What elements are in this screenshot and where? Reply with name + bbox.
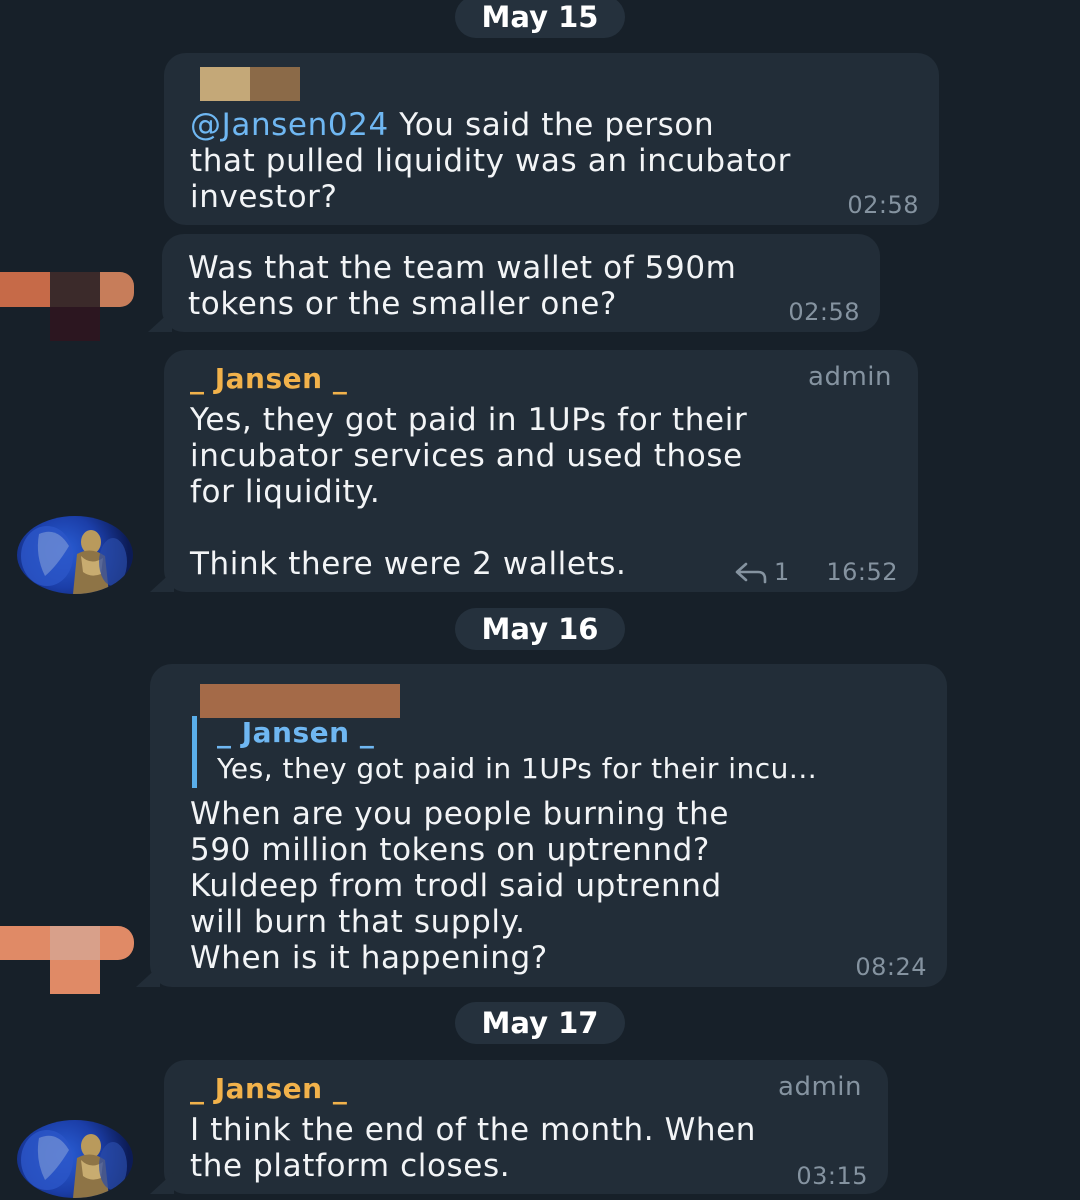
message-time: 03:15 <box>796 1162 868 1190</box>
message-time: 08:24 <box>855 953 927 981</box>
message-bubble[interactable]: _ Jansen _ Yes, they got paid in 1UPs fo… <box>150 664 947 987</box>
message-time: 02:58 <box>788 298 860 326</box>
pixelated-avatar <box>50 272 100 307</box>
pixelated-avatar <box>50 307 100 341</box>
replies-indicator[interactable]: 1 <box>734 558 789 586</box>
avatar-image <box>21 526 127 594</box>
pixelated-name-redaction <box>200 67 250 101</box>
pixelated-avatar <box>100 272 134 307</box>
pixelated-avatar <box>50 960 100 994</box>
message-time: 02:58 <box>847 191 919 219</box>
pixelated-name-redaction <box>250 67 300 101</box>
message-text: Was that the team wallet of 590m tokens … <box>188 250 737 322</box>
chat-view: May 15 @Jansen024 You said the person th… <box>0 0 1080 1200</box>
message-bubble[interactable]: _ Jansen _ admin I think the end of the … <box>164 1060 888 1194</box>
admin-badge: admin <box>808 362 892 392</box>
date-separator: May 16 <box>455 608 625 650</box>
message-text: When are you people burning the 590 mill… <box>190 796 730 976</box>
avatar-image <box>21 1130 127 1198</box>
reply-arrow-icon <box>735 562 767 584</box>
pixelated-avatar <box>100 926 134 960</box>
message-bubble[interactable]: Was that the team wallet of 590m tokens … <box>162 234 880 332</box>
sender-name[interactable]: _ Jansen _ <box>190 1072 347 1105</box>
message-time: 16:52 <box>826 558 898 586</box>
pixelated-avatar <box>0 272 50 307</box>
user-mention-link[interactable]: @Jansen024 <box>190 107 389 143</box>
quoted-sender-name: _ Jansen _ <box>217 716 375 749</box>
message-text: I think the end of the month. When the p… <box>190 1112 757 1184</box>
sender-name[interactable]: _ Jansen _ <box>190 362 347 395</box>
message-text: Yes, they got paid in 1UPs for their inc… <box>190 402 748 582</box>
date-separator: May 17 <box>455 1002 625 1044</box>
admin-badge: admin <box>778 1072 862 1102</box>
message-bubble[interactable]: _ Jansen _ admin Yes, they got paid in 1… <box>164 350 918 592</box>
pixelated-name-redaction <box>200 684 400 718</box>
message-bubble[interactable]: @Jansen024 You said the person that pull… <box>164 53 939 225</box>
date-separator: May 15 <box>455 0 625 38</box>
message-text: @Jansen024 You said the person that pull… <box>190 107 791 215</box>
reply-quote[interactable]: _ Jansen _ Yes, they got paid in 1UPs fo… <box>192 716 817 788</box>
pixelated-avatar <box>50 926 100 960</box>
reply-count: 1 <box>774 558 790 586</box>
pixelated-avatar <box>0 926 50 960</box>
angel-statue-avatar[interactable] <box>17 1120 133 1198</box>
angel-statue-avatar[interactable] <box>17 516 133 594</box>
quoted-message-text: Yes, they got paid in 1UPs for their inc… <box>217 752 818 785</box>
